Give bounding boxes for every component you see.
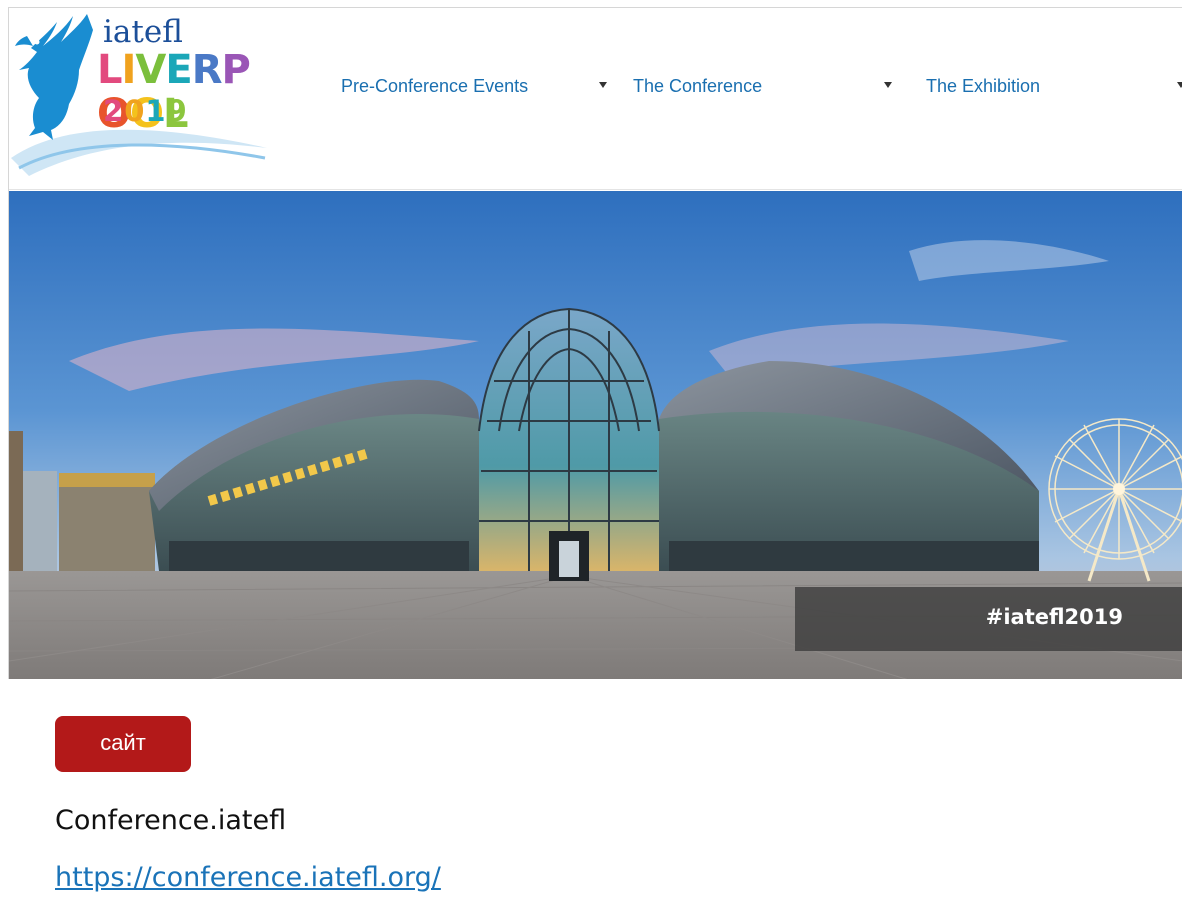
site-tag-button[interactable]: сайт <box>55 716 191 772</box>
logo-city-letter: P <box>221 47 251 93</box>
conference-card: iatefl LIVERPOOL 2019 Pre-Conference Eve… <box>8 7 1182 679</box>
logo-city-letter: R <box>191 47 223 93</box>
caret-down-icon[interactable] <box>599 82 607 88</box>
logo-city-letter: L <box>97 47 122 93</box>
logo-year-text: 2019 <box>103 94 188 128</box>
nav-item-the-exhibition[interactable]: The Exhibition <box>926 76 1040 97</box>
logo-year-digit: 1 <box>145 94 167 128</box>
nav-item-pre-conference-events[interactable]: Pre-Conference Events <box>341 76 528 97</box>
main-nav: Pre-Conference Events The Conference The… <box>341 76 1182 100</box>
hero-banner: #iatefl2019 <box>9 191 1182 679</box>
logo-city-letter: V <box>135 47 166 93</box>
logo-iatefl-text: iatefl <box>103 14 183 50</box>
hashtag-overlay: #iatefl2019 <box>795 587 1182 651</box>
logo-year-digit: 2 <box>103 94 125 128</box>
site-header: iatefl LIVERPOOL 2019 Pre-Conference Eve… <box>9 8 1182 190</box>
caret-down-icon[interactable] <box>1177 82 1182 88</box>
logo-city-letter: E <box>165 47 192 93</box>
liver-bird-icon <box>15 14 93 140</box>
nav-item-the-conference[interactable]: The Conference <box>633 76 762 97</box>
site-name: Conference.iatefl <box>55 805 287 836</box>
site-url-link[interactable]: https://conference.iatefl.org/ <box>55 862 441 893</box>
logo-year-digit: 9 <box>166 94 188 128</box>
logo-city-letter: I <box>121 47 137 93</box>
site-logo[interactable]: iatefl LIVERPOOL 2019 <box>9 8 271 184</box>
logo-year-digit: 0 <box>124 94 146 128</box>
hashtag-text: #iatefl2019 <box>985 605 1123 629</box>
caret-down-icon[interactable] <box>884 82 892 88</box>
